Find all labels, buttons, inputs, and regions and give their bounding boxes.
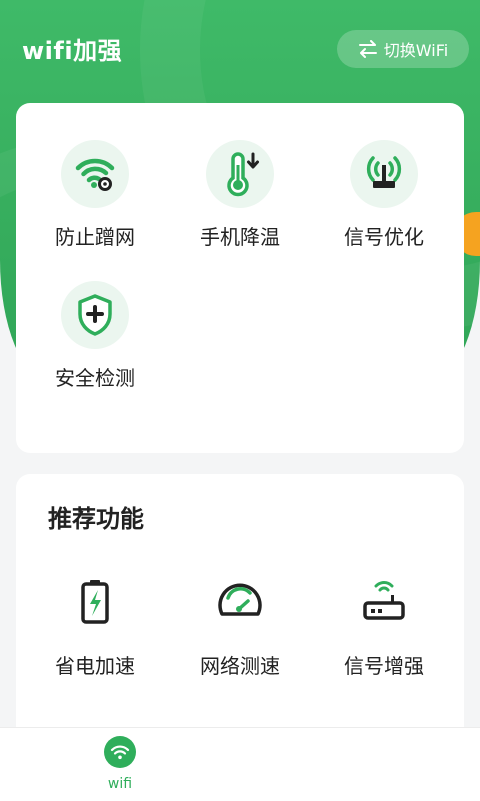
recommend-icon-wrap [357,574,411,628]
recommend-label: 省电加速 [55,654,135,678]
wifi-lock-icon [75,158,115,191]
tool-label: 信号优化 [344,225,424,249]
tool-cooling[interactable]: 手机降温 [180,140,300,250]
antenna-icon [366,156,402,188]
bottom-tab-bar: wifi [0,727,480,801]
recommend-signal-boost[interactable]: 信号增强 [324,574,444,679]
switch-wifi-button[interactable]: 切换WiFi [337,30,469,68]
recommend-icon-wrap [213,574,267,628]
switch-wifi-label: 切换WiFi [383,41,449,60]
tool-label: 安全检测 [55,366,135,390]
tab-label: wifi [107,776,133,792]
tool-label: 手机降温 [200,225,280,249]
recommend-speed-test[interactable]: 网络测速 [180,574,300,679]
tools-card: 防止蹭网 手机降温 信号优化 安全检测 [16,103,464,453]
thermometer-icon [227,152,259,197]
swap-arrows-icon [358,40,377,58]
tool-badge [206,140,274,208]
tool-anti-leech[interactable]: 防止蹭网 [35,140,155,250]
recommend-card: 推荐功能 省电加速 网络测速 信号增强 [16,474,464,744]
tool-security-check[interactable]: 安全检测 [35,281,155,391]
recommend-icon-wrap [68,574,122,628]
wifi-icon [110,745,130,760]
tool-badge [61,281,129,349]
recommend-label: 信号增强 [344,654,424,678]
tab-wifi[interactable]: wifi [90,736,150,792]
recommend-power-saving[interactable]: 省电加速 [35,574,155,679]
section-title: 推荐功能 [48,505,144,533]
router-icon [363,581,405,620]
app-title: wifi加强 [22,37,123,65]
tab-icon-wrap [104,736,136,768]
tool-signal-optimize[interactable]: 信号优化 [324,140,444,250]
battery-icon [81,580,109,624]
tool-badge [61,140,129,208]
tool-label: 防止蹭网 [55,225,135,249]
shield-icon [78,294,112,336]
recommend-label: 网络测速 [200,654,280,678]
speedometer-icon [218,583,262,616]
tool-badge [350,140,418,208]
